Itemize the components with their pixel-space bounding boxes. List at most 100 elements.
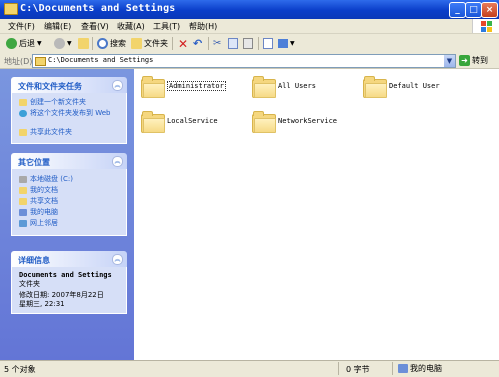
details-modified: 修改日期: 2007年8月22日星期三, 22:31 [19,291,104,308]
address-value: C:\Documents and Settings [48,56,154,64]
up-button[interactable] [78,37,91,50]
menu-file[interactable]: 文件(F) [8,21,35,32]
folder-label: LocalService [167,117,218,125]
task-share-folder[interactable]: 共享此文件夹 [12,127,126,138]
toolbar: 后退 ▼ ▼ 搜索 文件夹 ✕ ↶ ✂ ▼ [0,34,499,54]
folders-icon [131,38,142,49]
my-documents-icon [19,187,27,194]
menu-bar: 文件(F) 编辑(E) 查看(V) 收藏(A) 工具(T) 帮助(H) [0,19,499,34]
folder-label: Default User [389,82,440,90]
folder-item[interactable]: Default User [363,73,440,99]
place-local-disk[interactable]: 本地磁盘 (C:) [12,174,126,185]
properties-button[interactable] [263,37,275,50]
tasks-panel: 文件和文件夹任务 ︽ 创建一个新文件夹 将这个文件夹发布到 Web 共享此文件夹 [11,77,127,144]
undo-button[interactable]: ↶ [193,37,202,50]
place-shared-documents[interactable]: 共享文档 [12,196,126,207]
tasks-panel-title: 文件和文件夹任务 [18,82,82,91]
folder-item[interactable]: All Users [252,73,316,99]
menu-edit[interactable]: 编辑(E) [44,21,71,32]
task-new-folder[interactable]: 创建一个新文件夹 [12,97,126,108]
window-title: C:\Documents and Settings [20,3,176,14]
folder-label: NetworkService [278,117,338,125]
task-publish-web[interactable]: 将这个文件夹发布到 Web [12,108,126,127]
search-label: 搜索 [110,39,126,48]
status-location-label: 我的电脑 [410,364,442,373]
menu-help[interactable]: 帮助(H) [189,21,217,32]
search-icon [97,38,108,49]
folders-label: 文件夹 [144,39,168,48]
collapse-icon[interactable]: ︽ [112,80,123,91]
status-size: 0 字节 [346,365,370,374]
folder-item[interactable]: Administrator [141,73,226,99]
folder-icon [4,3,18,15]
chevron-down-icon: ▼ [290,40,295,47]
back-button[interactable]: 后退 ▼ [6,37,42,50]
folder-icon [141,76,165,98]
details-title: 详细信息 [18,256,50,265]
go-button[interactable]: ➜ 转到 [459,54,488,66]
undo-icon: ↶ [193,37,203,50]
address-label: 地址(D) [4,57,33,66]
folder-icon [252,111,276,133]
computer-icon [398,364,408,373]
windows-logo-icon [472,19,499,33]
place-my-documents[interactable]: 我的文档 [12,185,126,196]
forward-button[interactable]: ▼ [54,37,72,50]
globe-icon [19,110,27,117]
details-panel: 详细信息 ︽ Documents and Settings 文件夹 修改日期: … [11,251,127,314]
menu-favorites[interactable]: 收藏(A) [117,21,145,32]
place-network[interactable]: 网上邻居 [12,218,126,229]
views-button[interactable]: ▼ [278,37,295,50]
shared-folder-icon [19,198,27,205]
details-type: 文件夹 [19,280,40,288]
folder-label: Administrator [167,81,226,91]
search-button[interactable]: 搜索 [97,37,126,50]
close-button[interactable]: × [481,2,498,18]
other-places-title: 其它位置 [18,158,50,167]
copy-button[interactable] [228,37,240,50]
menu-view[interactable]: 查看(V) [81,21,109,32]
details-header[interactable]: 详细信息 ︽ [11,251,127,267]
folder-icon [363,76,387,98]
chevron-down-icon: ▼ [37,40,42,47]
address-bar: 地址(D) C:\Documents and Settings ▼ ➜ 转到 [0,53,499,69]
maximize-button[interactable]: □ [465,2,482,18]
status-object-count: 5 个对象 [4,365,36,374]
network-icon [19,220,27,227]
go-arrow-icon: ➜ [459,54,470,66]
paste-icon [243,38,253,49]
folder-icon [141,111,165,133]
folder-icon [35,57,46,66]
drive-icon [19,176,27,183]
computer-icon [19,209,27,216]
back-arrow-icon [6,38,17,49]
new-folder-icon [19,99,27,106]
status-location: 我的电脑 [398,363,442,374]
folder-icon [252,76,276,98]
folder-item[interactable]: NetworkService [252,108,337,134]
chevron-down-icon[interactable]: ▼ [444,55,455,67]
chevron-down-icon: ▼ [67,40,72,47]
paste-button[interactable] [243,37,255,50]
menu-tools[interactable]: 工具(T) [153,21,180,32]
task-pane: 文件和文件夹任务 ︽ 创建一个新文件夹 将这个文件夹发布到 Web 共享此文件夹 [0,69,134,360]
go-label: 转到 [472,55,488,65]
tasks-panel-header[interactable]: 文件和文件夹任务 ︽ [11,77,127,93]
details-name: Documents and Settings [19,271,112,279]
folder-label: All Users [278,82,316,90]
title-bar[interactable]: C:\Documents and Settings _ □ × [0,0,499,19]
collapse-icon[interactable]: ︽ [112,156,123,167]
place-my-computer[interactable]: 我的电脑 [12,207,126,218]
minimize-button[interactable]: _ [449,2,466,18]
address-input[interactable]: C:\Documents and Settings ▼ [32,54,456,68]
collapse-icon[interactable]: ︽ [112,254,123,265]
folder-item[interactable]: LocalService [141,108,218,134]
delete-button[interactable]: ✕ [178,37,188,51]
copy-icon [228,38,238,49]
other-places-header[interactable]: 其它位置 ︽ [11,153,127,169]
folders-button[interactable]: 文件夹 [131,37,168,50]
up-folder-icon [78,38,89,49]
cut-button[interactable]: ✂ [213,37,221,50]
back-label: 后退 [19,39,35,48]
forward-arrow-icon [54,38,65,49]
